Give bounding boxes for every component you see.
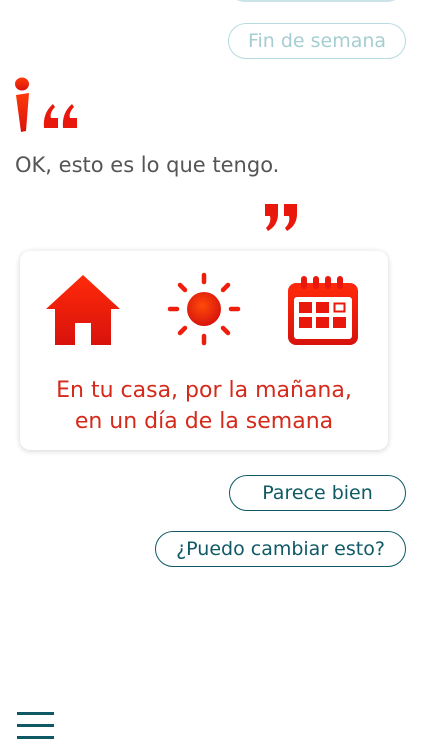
change-this-button[interactable]: ¿Puedo cambiar esto? — [155, 531, 406, 567]
screen: Fin de semana OK, esto es lo que tengo. — [0, 0, 422, 750]
summary-icons — [20, 271, 388, 351]
weekend-option-button[interactable]: Fin de semana — [228, 23, 406, 59]
looks-good-button[interactable]: Parece bien — [229, 475, 406, 511]
summary-card: En tu casa, por la mañana, en un día de … — [20, 251, 388, 450]
previous-option-pill[interactable] — [230, 0, 402, 2]
summary-line-2: en un día de la semana — [74, 409, 334, 434]
close-quote-icon — [265, 204, 297, 231]
summary-line-1: En tu casa, por la mañana, — [56, 378, 352, 403]
open-quote-icon — [43, 104, 77, 128]
house-icon — [46, 275, 120, 345]
hamburger-menu-icon[interactable] — [17, 710, 55, 742]
sun-icon — [167, 272, 241, 346]
calendar-icon — [288, 276, 358, 345]
summary-text: En tu casa, por la mañana, en un día de … — [20, 375, 388, 437]
assistant-message: OK, esto es lo que tengo. — [15, 153, 280, 177]
info-logo-icon — [15, 77, 29, 132]
